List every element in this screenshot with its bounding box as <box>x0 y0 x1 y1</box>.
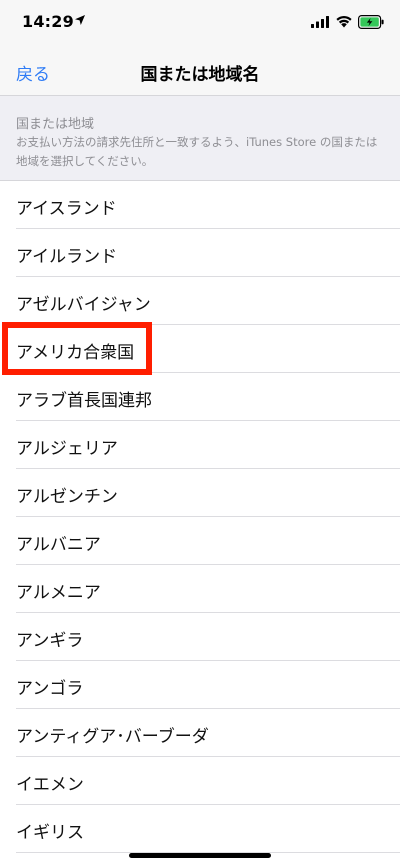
list-item-label: アンギラ <box>16 631 84 651</box>
list-item[interactable]: アンゴラ <box>0 661 400 709</box>
battery-charging-icon <box>358 15 384 29</box>
list-item-label: アルバニア <box>16 535 101 555</box>
location-arrow-icon <box>75 15 85 25</box>
list-item-label: アルメニア <box>16 583 101 603</box>
status-time: 14:29 <box>22 12 74 31</box>
list-item-label: アルゼンチン <box>16 487 118 507</box>
list-item[interactable]: アゼルバイジャン <box>0 277 400 325</box>
list-item-label: アイルランド <box>16 247 118 267</box>
list-item-label: アルジェリア <box>16 439 118 459</box>
list-item[interactable]: アイスランド <box>0 181 400 229</box>
page-title: 国または地域名 <box>140 65 260 85</box>
list-item[interactable]: アルメニア <box>0 565 400 613</box>
status-bar: 14:29 <box>0 0 400 44</box>
section-title: 国または地域 <box>16 117 95 132</box>
home-indicator[interactable] <box>129 853 271 858</box>
wifi-icon <box>336 15 352 28</box>
list-item[interactable]: アルゼンチン <box>0 469 400 517</box>
country-list: アイスランド アイルランド アゼルバイジャン アメリカ合衆国 アラブ首長国連邦 … <box>0 181 400 853</box>
highlight-box <box>2 322 152 375</box>
list-item[interactable]: アイルランド <box>0 229 400 277</box>
section-description: お支払い方法の請求先住所と一致するよう、iTunes Store の国または地域… <box>16 135 378 168</box>
list-item[interactable]: イエメン <box>0 757 400 805</box>
cellular-signal-icon <box>311 16 329 28</box>
list-item-label: イギリス <box>16 823 84 843</box>
list-item-label: アイスランド <box>16 199 117 219</box>
list-item[interactable]: アンティグア･バーブーダ <box>0 709 400 757</box>
list-item-label: アンゴラ <box>16 679 84 699</box>
list-item-label: アラブ首長国連邦 <box>16 391 152 411</box>
list-item[interactable]: イギリス <box>0 805 400 853</box>
list-item-label: アンティグア･バーブーダ <box>16 727 209 747</box>
section-header: 国または地域 お支払い方法の請求先住所と一致するよう、iTunes Store … <box>0 95 400 181</box>
top-bar: 14:29 戻る 国または地域名 <box>0 0 400 95</box>
list-item[interactable]: アルジェリア <box>0 421 400 469</box>
list-item-label: アゼルバイジャン <box>16 295 151 315</box>
list-item-label: イエメン <box>16 775 84 795</box>
list-item[interactable]: アルバニア <box>0 517 400 565</box>
navigation-bar: 戻る 国または地域名 <box>0 44 400 95</box>
list-item[interactable]: アンギラ <box>0 613 400 661</box>
list-item[interactable]: アラブ首長国連邦 <box>0 373 400 421</box>
